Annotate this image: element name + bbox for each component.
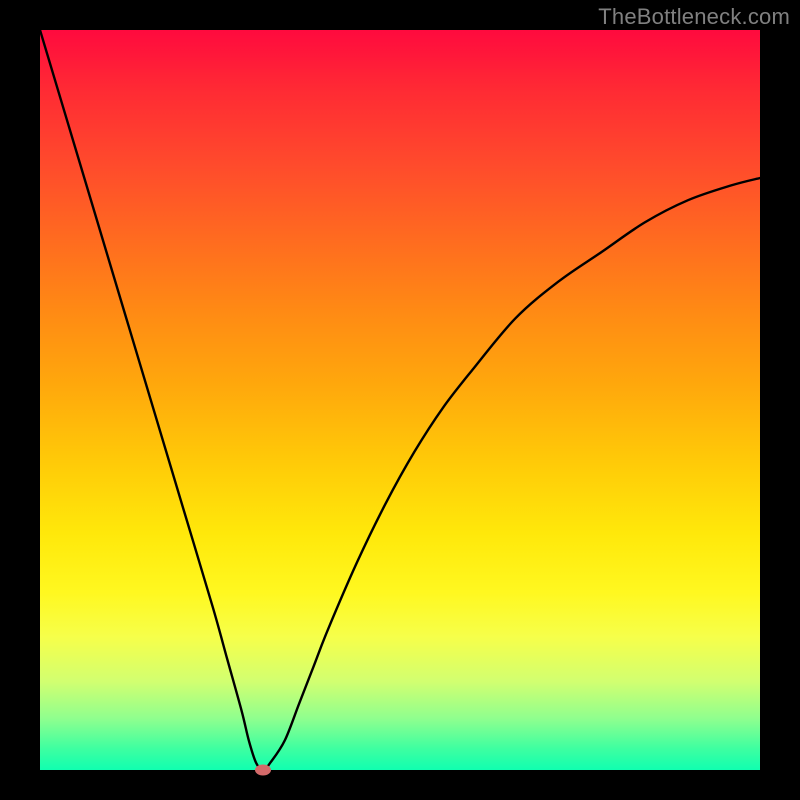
watermark-label: TheBottleneck.com bbox=[598, 4, 790, 30]
bottleneck-curve bbox=[40, 30, 760, 770]
optimum-marker bbox=[255, 765, 271, 776]
chart-frame: TheBottleneck.com bbox=[0, 0, 800, 800]
plot-area bbox=[40, 30, 760, 770]
